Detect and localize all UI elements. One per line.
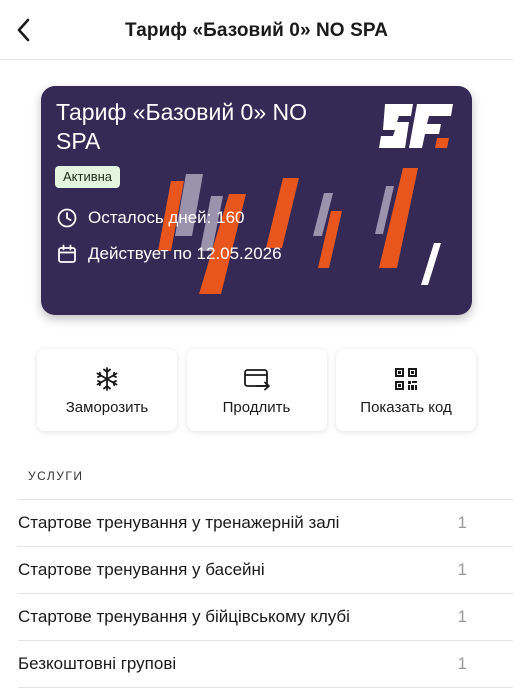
app-header: Тариф «Базовий 0» NO SPA: [0, 0, 513, 60]
page-title: Тариф «Базовий 0» NO SPA: [124, 20, 389, 41]
show-code-button-label: Показать код: [360, 398, 452, 416]
action-buttons: Заморозить Продлить Показать код: [37, 349, 476, 431]
service-item[interactable]: Стартове тренування у тренажерній залі 1: [18, 500, 513, 547]
valid-until-row: Действует по 12.05.2026: [56, 243, 282, 265]
calendar-icon: [56, 243, 78, 265]
service-item[interactable]: Стартове тренування у басейні 1: [18, 547, 513, 594]
service-name: Стартове тренування у тренажерній залі: [18, 513, 340, 532]
service-item[interactable]: Безкоштовні групові 1: [18, 641, 513, 688]
services-section-title: УСЛУГИ: [28, 469, 84, 483]
snowflake-icon: [93, 365, 121, 393]
brand-logo-icon: [379, 104, 453, 148]
qr-code-icon: [392, 365, 420, 393]
extend-button[interactable]: Продлить: [186, 349, 327, 431]
service-name: Стартове тренування у бійцівському клубі: [18, 607, 350, 626]
service-name: Безкоштовні групові: [18, 654, 177, 673]
service-name: Стартове тренування у басейні: [18, 560, 265, 579]
show-code-button[interactable]: Показать код: [336, 349, 476, 431]
freeze-button[interactable]: Заморозить: [37, 349, 177, 431]
status-badge: Активна: [55, 166, 121, 188]
card-renew-icon: [243, 365, 271, 393]
service-count: 1: [457, 513, 467, 532]
service-count: 1: [457, 560, 467, 579]
membership-card: Тариф «Базовий 0» NO SPA Активна Осталос…: [41, 86, 472, 315]
valid-until-text: Действует по 12.05.2026: [88, 244, 282, 263]
days-left-row: Осталось дней: 160: [56, 207, 245, 229]
clock-icon: [56, 207, 78, 229]
service-count: 1: [457, 654, 467, 673]
days-left-text: Осталось дней: 160: [88, 208, 245, 227]
extend-button-label: Продлить: [222, 398, 291, 416]
service-count: 1: [457, 607, 467, 626]
service-item[interactable]: Стартове тренування у бійцівському клубі…: [18, 594, 513, 641]
services-list: Стартове тренування у тренажерній залі 1…: [18, 499, 513, 688]
card-title: Тариф «Базовий 0» NO SPA: [56, 99, 308, 154]
freeze-button-label: Заморозить: [65, 398, 149, 416]
